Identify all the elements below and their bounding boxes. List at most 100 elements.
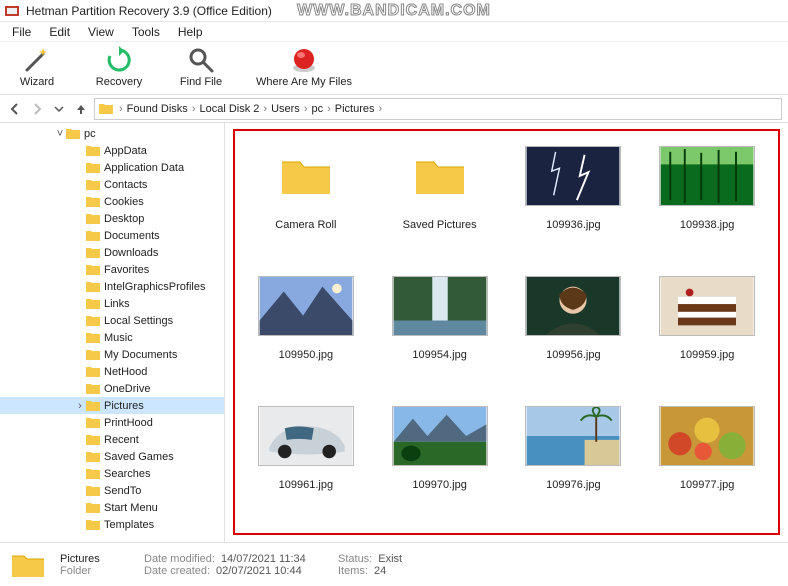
item-label: 109961.jpg: [279, 479, 333, 491]
tree-item[interactable]: Downloads: [0, 244, 224, 261]
file-item[interactable]: 109959.jpg: [647, 265, 767, 395]
wizard-button[interactable]: Wizard: [10, 46, 64, 88]
menu-view[interactable]: View: [80, 23, 122, 41]
folder-icon: [86, 519, 100, 530]
tree-item[interactable]: PrintHood: [0, 414, 224, 431]
folder-icon: [86, 332, 100, 343]
refresh-icon: [105, 46, 133, 74]
status-name: Pictures: [60, 553, 130, 565]
tree-item[interactable]: Favorites: [0, 261, 224, 278]
menu-help[interactable]: Help: [170, 23, 211, 41]
tree-item[interactable]: Desktop: [0, 210, 224, 227]
status-name-col: Pictures Folder: [60, 553, 130, 577]
menu-edit[interactable]: Edit: [41, 23, 78, 41]
tree-item[interactable]: My Documents: [0, 346, 224, 363]
file-item[interactable]: 109976.jpg: [513, 395, 633, 525]
folder-item[interactable]: Camera Roll: [246, 135, 366, 265]
tree-item[interactable]: Music: [0, 329, 224, 346]
crumb-found-disks[interactable]: Found Disks: [125, 103, 190, 115]
forward-button[interactable]: [28, 100, 46, 118]
file-item[interactable]: 109936.jpg: [513, 135, 633, 265]
tree-item[interactable]: Local Settings: [0, 312, 224, 329]
folder-icon: [99, 103, 113, 114]
collapse-icon[interactable]: ˅: [54, 128, 66, 140]
item-label: 109950.jpg: [279, 349, 333, 361]
tree-label: NetHood: [104, 366, 147, 378]
file-item[interactable]: 109938.jpg: [647, 135, 767, 265]
tree-label: IntelGraphicsProfiles: [104, 281, 206, 293]
tree-item[interactable]: NetHood: [0, 363, 224, 380]
tree-label: Templates: [104, 519, 154, 531]
tree-item[interactable]: Cookies: [0, 193, 224, 210]
status-extra-col: Status:Exist Items:24: [338, 553, 438, 577]
tree-label: Contacts: [104, 179, 147, 191]
items-grid: Camera Roll Saved Pictures 109936.jpg 10993…: [241, 135, 772, 525]
status-dates-col: Date modified:14/07/2021 11:34 Date crea…: [144, 553, 324, 577]
crumb-users[interactable]: Users: [269, 103, 302, 115]
tree-item[interactable]: Links: [0, 295, 224, 312]
tree-item[interactable]: Contacts: [0, 176, 224, 193]
tree-label: Links: [104, 298, 130, 310]
tree-item[interactable]: Application Data: [0, 159, 224, 176]
address-bar[interactable]: › Found Disks › Local Disk 2 › Users › p…: [94, 98, 782, 120]
tree-label: Local Settings: [104, 315, 173, 327]
history-dropdown[interactable]: [50, 100, 68, 118]
find-file-button[interactable]: Find File: [174, 46, 228, 88]
file-item[interactable]: 109970.jpg: [380, 395, 500, 525]
folder-icon: [86, 434, 100, 445]
status-created: 02/07/2021 10:44: [216, 565, 302, 577]
menu-file[interactable]: File: [4, 23, 39, 41]
up-button[interactable]: [72, 100, 90, 118]
item-label: 109959.jpg: [680, 349, 734, 361]
status-items: 24: [374, 565, 386, 577]
image-thumbnail: [525, 276, 621, 336]
expand-icon[interactable]: ›: [74, 400, 86, 412]
file-item[interactable]: 109950.jpg: [246, 265, 366, 395]
item-label: 109936.jpg: [546, 219, 600, 231]
tree-item[interactable]: ›Pictures: [0, 397, 224, 414]
folder-icon: [86, 230, 100, 241]
image-thumbnail: [392, 276, 488, 336]
where-are-my-files-button[interactable]: Where Are My Files: [256, 46, 352, 88]
item-label: Camera Roll: [275, 219, 336, 231]
tree-label: Saved Games: [104, 451, 174, 463]
folder-item[interactable]: Saved Pictures: [380, 135, 500, 265]
tree-item[interactable]: AppData: [0, 142, 224, 159]
folder-tree[interactable]: ˅pc AppData Application Data Contacts Cookie…: [0, 123, 225, 542]
folder-icon: [86, 468, 100, 479]
file-item[interactable]: 109956.jpg: [513, 265, 633, 395]
tree-item[interactable]: Searches: [0, 465, 224, 482]
crumb-pc[interactable]: pc: [309, 103, 325, 115]
tree-item[interactable]: Documents: [0, 227, 224, 244]
file-item[interactable]: 109961.jpg: [246, 395, 366, 525]
item-label: 109954.jpg: [412, 349, 466, 361]
content-pane[interactable]: Camera Roll Saved Pictures 109936.jpg 10993…: [225, 123, 788, 542]
image-thumbnail: [258, 276, 354, 336]
item-label: 109977.jpg: [680, 479, 734, 491]
file-item[interactable]: 109977.jpg: [647, 395, 767, 525]
file-item[interactable]: 109954.jpg: [380, 265, 500, 395]
folder-icon: [86, 451, 100, 462]
tree-item[interactable]: Start Menu: [0, 499, 224, 516]
item-label: 109956.jpg: [546, 349, 600, 361]
tree-item[interactable]: IntelGraphicsProfiles: [0, 278, 224, 295]
folder-icon: [86, 247, 100, 258]
folder-icon: [86, 315, 100, 326]
tree-label: AppData: [104, 145, 147, 157]
tree-item[interactable]: OneDrive: [0, 380, 224, 397]
tree-item[interactable]: Saved Games: [0, 448, 224, 465]
recovery-button[interactable]: Recovery: [92, 46, 146, 88]
tree-item[interactable]: Recent: [0, 431, 224, 448]
crumb-pictures[interactable]: Pictures: [333, 103, 377, 115]
status-status: Exist: [378, 553, 402, 565]
tree-label: Searches: [104, 468, 150, 480]
back-button[interactable]: [6, 100, 24, 118]
tree-label: Start Menu: [104, 502, 158, 514]
crumb-local-disk-2[interactable]: Local Disk 2: [197, 103, 261, 115]
tree-item[interactable]: Templates: [0, 516, 224, 533]
menu-tools[interactable]: Tools: [124, 23, 168, 41]
tree-label: Recent: [104, 434, 139, 446]
tree-item[interactable]: SendTo: [0, 482, 224, 499]
app-icon: [4, 3, 20, 19]
tree-root[interactable]: ˅pc: [0, 125, 224, 142]
